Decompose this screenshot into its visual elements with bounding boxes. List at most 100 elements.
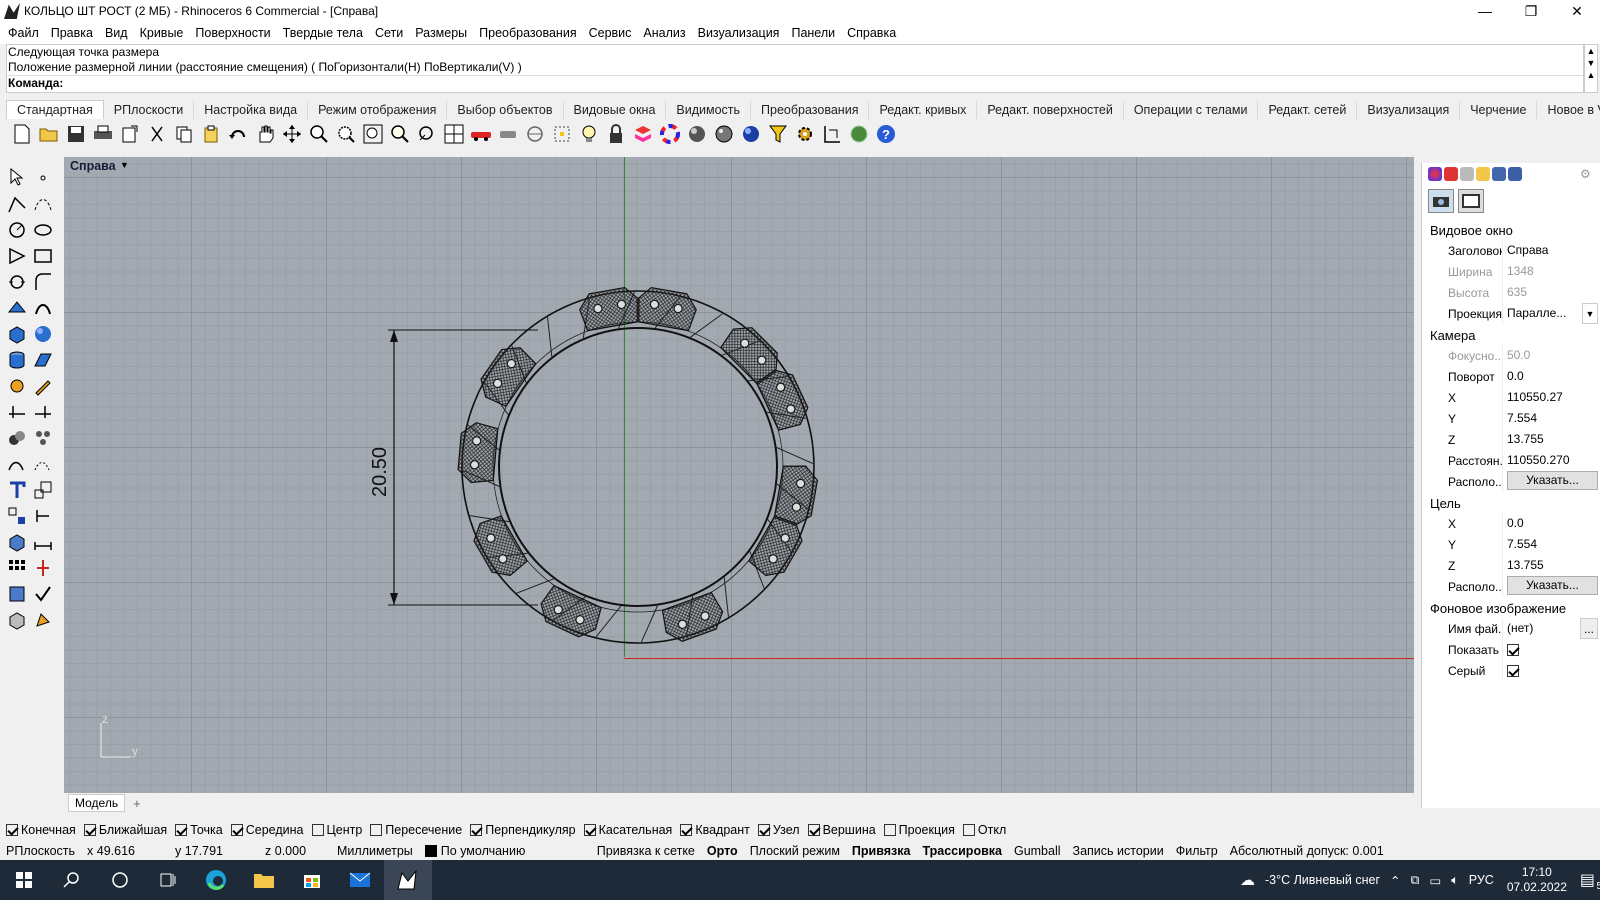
blend-icon[interactable] [31,452,55,476]
render-icon[interactable] [5,608,29,632]
target-place-button[interactable]: Указать... [1507,576,1598,595]
ortho-toggle[interactable]: Орто [701,844,744,858]
surface-icon[interactable] [5,296,29,320]
layer-status[interactable]: По умолчанию [419,844,591,858]
analyze-icon[interactable] [5,582,29,606]
properties-icon[interactable] [1428,167,1442,181]
array-icon[interactable] [5,504,29,528]
dimension-icon[interactable] [820,122,844,146]
copy-icon[interactable] [172,122,196,146]
orient-icon[interactable] [31,504,55,528]
mail-icon[interactable] [336,860,384,900]
print-icon[interactable] [91,122,115,146]
zoom-window-icon[interactable] [334,122,358,146]
viewport-right[interactable]: Справа ▼ 20.50 z y [64,157,1414,793]
filter-toggle[interactable]: Фильтр [1170,844,1224,858]
osnap-2[interactable]: Точка [175,823,223,837]
filter-icon[interactable] [766,122,790,146]
chevron-down-icon[interactable]: ▼ [1582,303,1598,324]
edit-points-icon[interactable] [5,374,29,398]
tab-solid-tools[interactable]: Операции с телами [1124,101,1259,119]
menu-help[interactable]: Справка [841,26,902,40]
split-icon[interactable] [31,400,55,424]
curve-icon[interactable] [31,192,55,216]
show-objects-icon[interactable] [496,122,520,146]
tab-standard[interactable]: Стандартная [6,100,104,119]
prop-cam-y-value[interactable]: 7.554 [1502,408,1600,429]
new-file-icon[interactable] [10,122,34,146]
osnap-checkbox[interactable] [311,824,324,836]
light-icon[interactable] [577,122,601,146]
weather-text[interactable]: -3°C Ливневый снег [1260,873,1385,887]
polygon-icon[interactable] [5,244,29,268]
sphere-icon[interactable] [31,322,55,346]
join-icon[interactable] [5,426,29,450]
tab-curve-tools[interactable]: Редакт. кривых [869,101,978,119]
undo-icon[interactable] [226,122,250,146]
osnap-9[interactable]: Узел [757,823,800,837]
save-icon[interactable] [64,122,88,146]
prop-target-z-value[interactable]: 13.755 [1502,555,1600,576]
osnap-toggle[interactable]: Привязка [846,844,917,858]
network-icon[interactable]: ⧉ [1406,873,1425,888]
tab-display[interactable]: Режим отображения [308,101,448,119]
osnap-6[interactable]: Перпендикуляр [470,823,576,837]
maximize-button[interactable]: ❐ [1508,0,1554,22]
export-icon[interactable] [118,122,142,146]
history-toggle[interactable]: Запись истории [1067,844,1170,858]
menu-transform[interactable]: Преобразования [473,26,582,40]
osnap-checkbox[interactable] [230,824,243,836]
zoom-extents-icon[interactable] [361,122,385,146]
units-status[interactable]: Миллиметры [331,844,419,858]
windows-start-icon[interactable] [0,860,48,900]
select-arrow-icon[interactable] [5,165,29,189]
box-icon[interactable] [5,322,29,346]
tab-drafting[interactable]: Черчение [1460,101,1538,119]
grid-array-icon[interactable] [5,556,29,580]
paste-icon[interactable] [199,122,223,146]
prop-distance-value[interactable]: 110550.270 [1502,450,1600,471]
osnap-3[interactable]: Середина [230,823,304,837]
sphere-blue-icon[interactable] [739,122,763,146]
explode-icon[interactable] [31,426,55,450]
four-viewports-icon[interactable] [442,122,466,146]
named-views-icon[interactable] [1492,167,1506,181]
zoom-selected-icon[interactable] [388,122,412,146]
menu-render[interactable]: Визуализация [692,26,786,40]
menu-view[interactable]: Вид [99,26,134,40]
tab-select[interactable]: Выбор объектов [447,101,564,119]
check-icon[interactable] [31,582,55,606]
prop-title-value[interactable]: Справа [1502,240,1600,261]
loft-icon[interactable] [31,296,55,320]
point-icon[interactable] [31,166,55,190]
osnap-1[interactable]: Ближайшая [83,823,167,837]
osnap-5[interactable]: Пересечение [370,823,462,837]
lock-circle-icon[interactable] [523,122,547,146]
minimize-button[interactable]: — [1462,0,1508,22]
clock[interactable]: 17:10 07.02.2022 [1499,865,1575,895]
dimension-tool-icon[interactable] [31,530,55,554]
text-icon[interactable] [5,478,29,502]
render-panel-icon[interactable] [1508,167,1522,181]
polyline-icon[interactable] [5,192,29,216]
osnap-checkbox[interactable] [962,824,975,836]
osnap-checkbox[interactable] [370,824,383,836]
command-scrollbar[interactable]: ▲ ▼ ▲ [1584,44,1598,93]
osnap-checkbox[interactable] [883,824,896,836]
cut-icon[interactable] [145,122,169,146]
osnap-checkbox[interactable] [470,824,483,836]
sphere-shaded-icon[interactable] [712,122,736,146]
menu-solids[interactable]: Твердые тела [277,26,369,40]
open-icon[interactable] [37,122,61,146]
display-tray-icon[interactable]: ▭ [1424,873,1446,888]
osnap-4[interactable]: Центр [311,823,362,837]
menu-surfaces[interactable]: Поверхности [189,26,276,40]
viewport-frame-icon[interactable] [1458,189,1484,213]
task-view-icon[interactable] [144,860,192,900]
ring-model[interactable]: 20.50 z y [64,157,1414,793]
osnap-checkbox[interactable] [175,824,188,836]
command-input[interactable]: Команда: [7,75,1583,90]
scale-icon[interactable] [31,478,55,502]
menu-mesh[interactable]: Сети [369,26,409,40]
browse-file-button[interactable]: ... [1580,618,1598,639]
